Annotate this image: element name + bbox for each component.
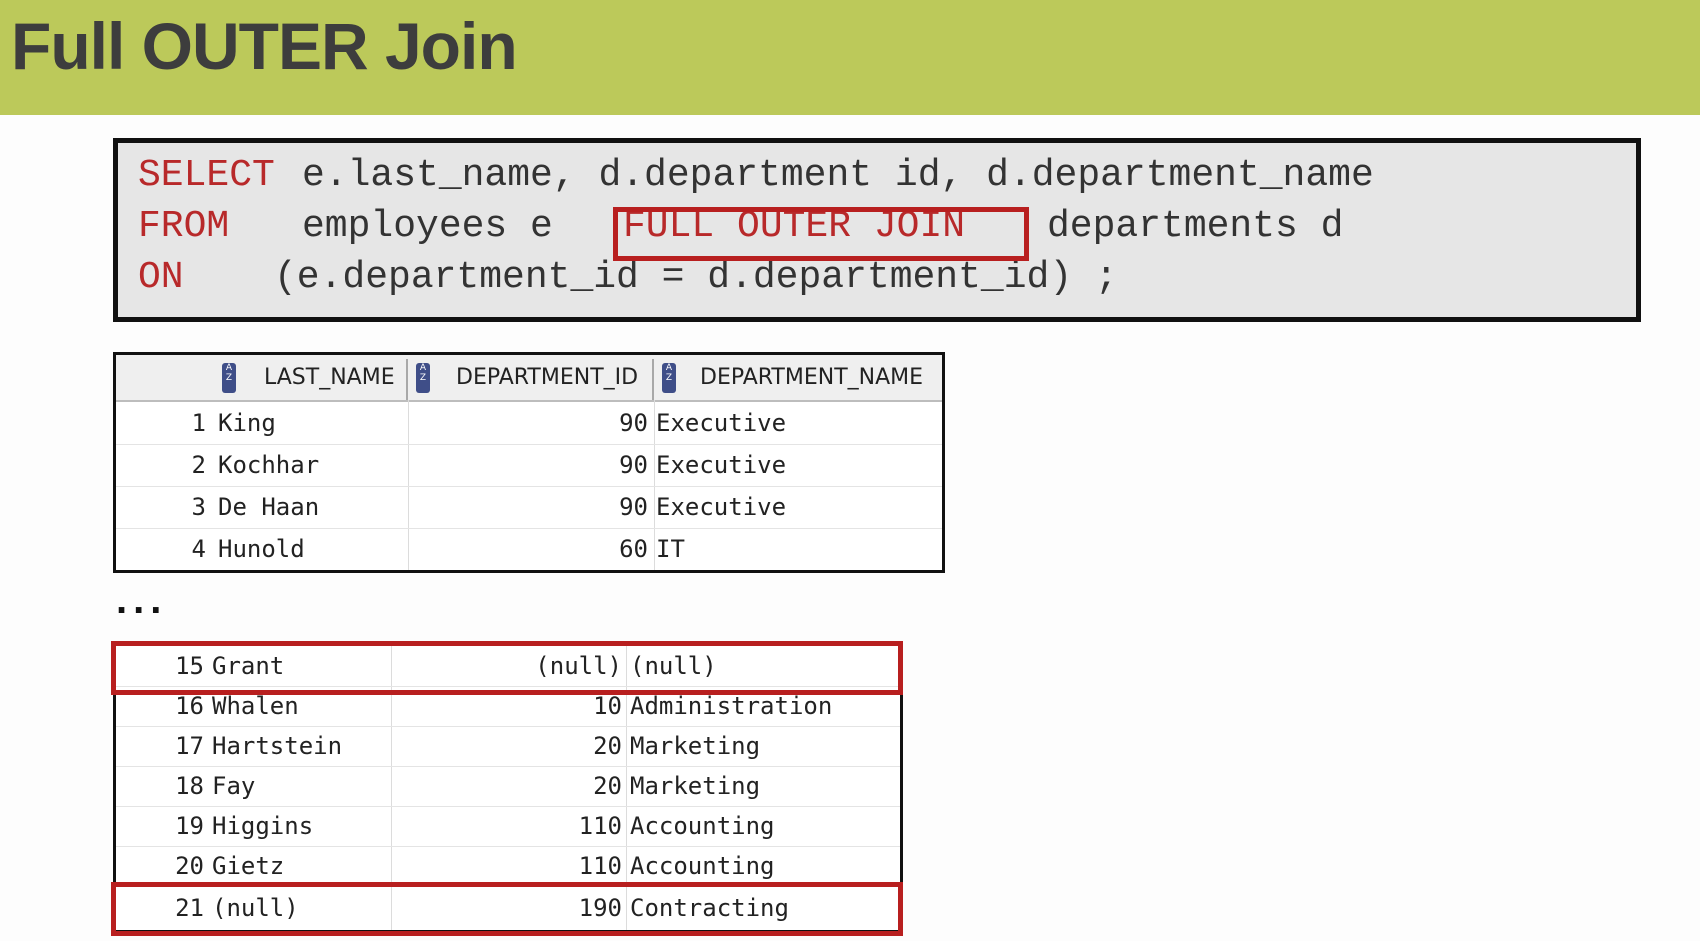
table-row[interactable]: 20 Gietz 110 Accounting (116, 846, 900, 887)
table-row[interactable]: 18 Fay 20 Marketing (116, 766, 900, 807)
column-header-department-id[interactable]: DEPARTMENT_ID (456, 355, 638, 400)
cell-department-id[interactable]: 90 (408, 486, 648, 528)
result-grid-top: AZ LAST_NAME AZ DEPARTMENT_ID AZ DEPARTM… (113, 352, 945, 573)
row-number: 3 (191, 493, 206, 521)
column-header-last-name[interactable]: LAST_NAME (264, 355, 395, 400)
cell-department-id[interactable]: 110 (391, 846, 622, 886)
full-outer-join-highlight (613, 207, 1029, 261)
cell-last-name[interactable]: Fay (212, 766, 255, 806)
column-separator[interactable] (406, 359, 408, 400)
cell-department-name[interactable]: Executive (656, 402, 786, 444)
cell-last-name[interactable]: Hartstein (212, 726, 342, 766)
cell-department-id[interactable]: 90 (408, 402, 648, 444)
sort-icon[interactable]: AZ (222, 363, 236, 393)
cell-department-name[interactable]: Executive (656, 486, 786, 528)
title-bar: Full OUTER Join (0, 0, 1700, 115)
table-row[interactable]: 3 De Haan 90 Executive (116, 486, 942, 529)
sql-join-table: departments d (1047, 205, 1344, 248)
highlight-row-contracting (111, 882, 903, 936)
sql-select-list: e.last_name, d.department id, d.departme… (302, 154, 1374, 197)
cell-last-name[interactable]: Higgins (212, 806, 313, 846)
sort-icon[interactable]: AZ (662, 363, 676, 393)
cell-last-name[interactable]: Gietz (212, 846, 284, 886)
cell-department-name[interactable]: Executive (656, 444, 786, 486)
sql-line-1: SELECT e.last_name, d.department id, d.de… (138, 154, 1374, 198)
slide-title: Full OUTER Join (11, 9, 518, 83)
cell-last-name[interactable]: Kochhar (218, 444, 319, 486)
cell-department-id[interactable]: 110 (391, 806, 622, 846)
sql-line-3: ON (e.department_id = d.department_id) ; (138, 256, 1118, 300)
table-row[interactable]: 1 King 90 Executive (116, 402, 942, 445)
row-number: 17 (175, 732, 204, 760)
cell-last-name[interactable]: Hunold (218, 528, 305, 570)
row-number: 2 (191, 451, 206, 479)
cell-last-name[interactable]: King (218, 402, 276, 444)
ellipsis: ... (116, 578, 168, 622)
table-row[interactable]: 4 Hunold 60 IT (116, 528, 942, 570)
cell-department-id[interactable]: 20 (391, 766, 622, 806)
row-number: 19 (175, 812, 204, 840)
table-row[interactable]: 2 Kochhar 90 Executive (116, 444, 942, 487)
row-number: 4 (191, 535, 206, 563)
sql-keyword-from: FROM (138, 205, 230, 248)
cell-department-name[interactable]: IT (656, 528, 685, 570)
sql-keyword-select: SELECT (138, 154, 275, 197)
cell-department-name[interactable]: Marketing (630, 726, 760, 766)
grid-header: AZ LAST_NAME AZ DEPARTMENT_ID AZ DEPARTM… (116, 355, 942, 402)
cell-department-id[interactable]: 60 (408, 528, 648, 570)
row-number: 20 (175, 852, 204, 880)
row-number: 18 (175, 772, 204, 800)
column-separator[interactable] (652, 359, 654, 400)
cell-department-name[interactable]: Accounting (630, 846, 775, 886)
sql-line-2: FROM employees e FULL OUTER JOIN department… (138, 205, 1343, 249)
cell-last-name[interactable]: De Haan (218, 486, 319, 528)
cell-department-name[interactable]: Accounting (630, 806, 775, 846)
highlight-row-grant (111, 641, 903, 695)
sort-icon[interactable]: AZ (416, 363, 430, 393)
cell-department-id[interactable]: 20 (391, 726, 622, 766)
cell-department-id[interactable]: 90 (408, 444, 648, 486)
table-row[interactable]: 19 Higgins 110 Accounting (116, 806, 900, 847)
table-row[interactable]: 17 Hartstein 20 Marketing (116, 726, 900, 767)
cell-department-name[interactable]: Marketing (630, 766, 760, 806)
sql-code-box: SELECT e.last_name, d.department id, d.de… (113, 138, 1641, 322)
sql-join-condition: (e.department_id = d.department_id) ; (274, 256, 1118, 299)
sql-from-table: employees e (302, 205, 553, 248)
column-header-department-name[interactable]: DEPARTMENT_NAME (700, 355, 923, 400)
row-number: 1 (191, 409, 206, 437)
sql-keyword-on: ON (138, 256, 184, 299)
